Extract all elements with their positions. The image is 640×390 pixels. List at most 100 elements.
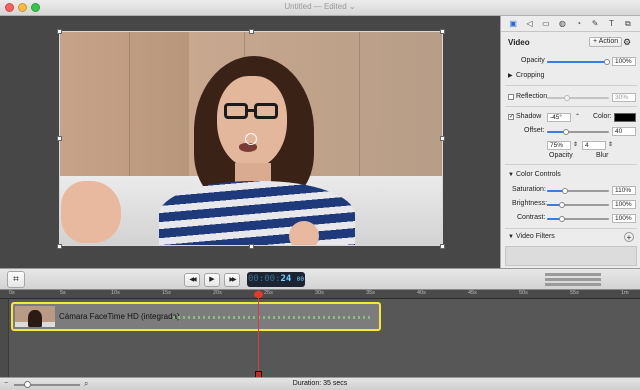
screenflow-window: Untitled — Edited ⌄ ▣ ◁ ▭ ◍ ◔ ✎ T ⧉ Vide… [0,0,640,390]
shadow-color-label: Color: [593,113,612,120]
cursor-tab-icon[interactable]: ◔ [573,18,585,30]
shadow-angle-field[interactable]: -45° [547,113,571,122]
info-tab-icon[interactable]: ⧉ [622,18,634,30]
ruler-tick: 1m [621,290,629,296]
contrast-slider-knob[interactable] [559,216,565,222]
playhead-handle[interactable] [254,291,263,298]
ruler-tick: 35s [366,290,375,296]
offset-field[interactable]: 40 [612,127,636,136]
layout-stack-line [545,283,601,286]
document-name: Untitled [284,2,312,11]
resize-handle[interactable] [249,29,254,34]
divider [505,106,637,107]
text-tab-icon[interactable]: T [605,18,617,30]
brightness-slider-knob[interactable] [559,202,565,208]
saturation-slider-knob[interactable] [562,188,568,194]
cropping-disclosure-icon[interactable]: ▶ [508,72,513,79]
video-tab-icon[interactable]: ▣ [507,18,519,30]
document-status[interactable]: Edited [324,2,347,11]
blur-stepper-icon[interactable]: ⇕ [608,141,613,148]
color-controls-disclosure-icon[interactable]: ▼ [508,172,514,178]
ruler-tick: 30s [315,290,324,296]
opacity-field[interactable]: 100% [612,57,636,66]
timecode-display: 00:00:24 00 [247,272,305,287]
video-filters-disclosure-icon[interactable]: ▼ [508,234,514,240]
audio-waveform [173,316,373,319]
chevron-down-icon[interactable]: ⌄ [349,2,356,11]
ruler-tick: 20s [213,290,222,296]
playback-toolbar: ⌗ ◀◀ ▶ ▶▶ 00:00:24 00 [0,268,640,290]
offset-slider-knob[interactable] [563,129,569,135]
resize-handle[interactable] [249,244,254,249]
ruler-tick: 25s [264,290,273,296]
clip-thumbnail [15,306,55,327]
title-bar: Untitled — Edited ⌄ [0,0,640,16]
rewind-button[interactable]: ◀◀ [184,273,200,287]
ruler-tick: 45s [468,290,477,296]
resize-handle[interactable] [57,244,62,249]
thumbnail-person [28,310,42,327]
divider [505,85,637,86]
layout-stack-line [545,278,601,281]
video-filters-list[interactable] [505,246,637,266]
shadow-label: Shadow [516,113,542,120]
fast-forward-button[interactable]: ▶▶ [224,273,240,287]
timeline-ruler[interactable]: 0s 5s 10s 15s 20s 25s 30s 35s 40s 45s 50… [0,290,640,299]
angle-stepper-icon[interactable]: ⌃ [575,113,580,120]
reflection-checkbox[interactable] [508,94,514,100]
divider [505,164,637,165]
inspector-tabs: ▣ ◁ ▭ ◍ ◔ ✎ T ⧉ [501,16,640,32]
reflection-slider[interactable] [547,97,609,99]
shadow-checkbox[interactable]: ✓ [508,114,514,120]
divider [505,228,637,229]
gear-icon[interactable]: ⚙ [623,37,631,48]
reflection-field[interactable]: 30% [612,93,636,102]
opacity-stepper-icon[interactable]: ⇕ [573,141,578,148]
ruler-tick: 10s [111,290,120,296]
layout-stack-line [545,273,601,276]
reflection-label: Reflection [516,93,548,100]
track-gutter [0,299,9,377]
opacity-label: Opacity [521,57,545,64]
resize-handle[interactable] [440,136,445,141]
cropping-label[interactable]: Cropping [516,72,544,79]
shadow-blur-field[interactable]: 4 [582,141,606,150]
saturation-field[interactable]: 110% [612,186,636,195]
shadow-blur-caption: Blur [596,152,609,159]
section-title: Video [508,38,530,47]
audio-tab-icon[interactable]: ◁ [524,18,536,30]
offset-label: Offset: [524,127,545,134]
brightness-field[interactable]: 100% [612,200,636,209]
add-filter-icon[interactable]: + [624,232,634,242]
color-controls-label[interactable]: Color Controls [516,171,561,178]
ruler-tick: 5s [60,290,66,296]
rotation-handle-icon[interactable] [245,133,257,145]
timecode-hours-minutes: 00:00: [247,274,281,284]
contrast-label: Contrast: [517,214,546,221]
video-filters-label[interactable]: Video Filters [516,233,555,240]
resize-handle[interactable] [57,29,62,34]
shadow-opacity-caption: Opacity [549,152,573,159]
resize-handle[interactable] [440,29,445,34]
reflection-slider-knob[interactable] [564,95,570,101]
crop-icon[interactable]: ⌗ [7,271,25,288]
screen-tab-icon[interactable]: ▭ [540,18,552,30]
timeline-tracks[interactable]: Cámara FaceTime HD (integrada) [0,299,640,377]
ruler-tick: 15s [162,290,171,296]
opacity-slider-knob[interactable] [604,59,610,65]
ruler-tick: 55s [570,290,579,296]
callout-tab-icon[interactable]: ◍ [556,18,568,30]
video-clip[interactable]: Cámara FaceTime HD (integrada) [11,302,381,331]
canvas-area[interactable] [0,16,500,268]
ruler-tick: 0s [9,290,15,296]
shadow-opacity-field[interactable]: 75% [547,141,571,150]
pen-tab-icon[interactable]: ✎ [589,18,601,30]
playhead-line[interactable] [258,290,259,378]
add-action-button[interactable]: + Action [589,37,623,47]
resize-handle[interactable] [440,244,445,249]
resize-handle[interactable] [57,136,62,141]
contrast-field[interactable]: 100% [612,214,636,223]
shadow-color-well[interactable] [614,113,636,122]
play-button[interactable]: ▶ [204,273,220,287]
ruler-tick: 50s [519,290,528,296]
